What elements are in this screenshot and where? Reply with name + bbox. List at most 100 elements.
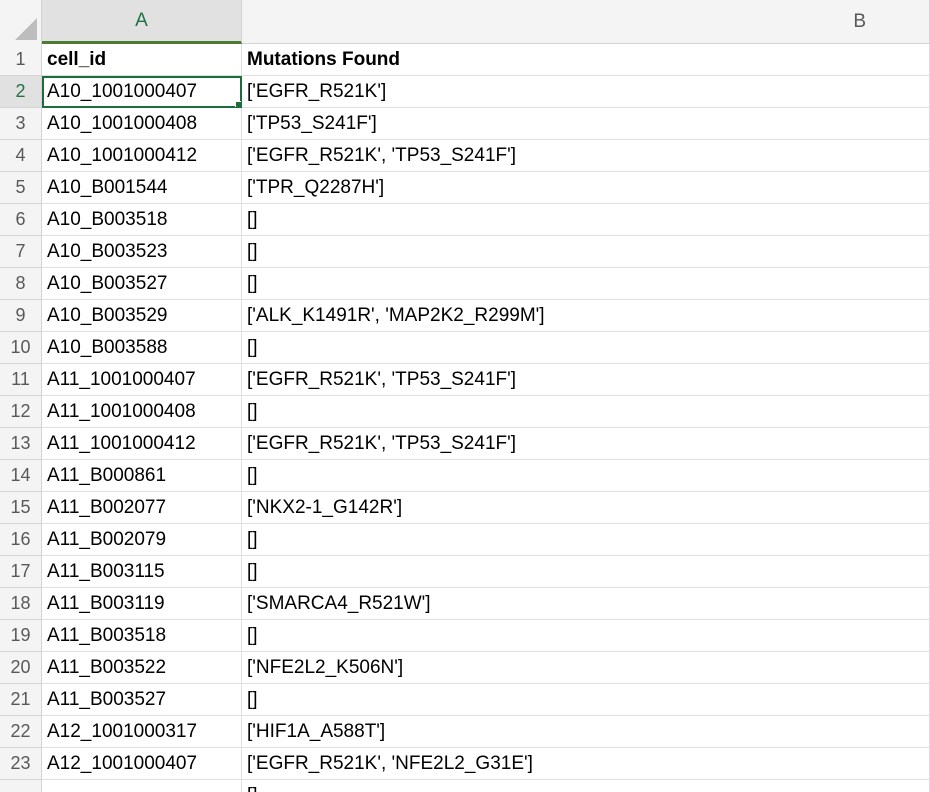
mutations-cell[interactable]: [] [242, 684, 930, 716]
row-header[interactable]: 9 [0, 300, 42, 332]
cell-text: [] [247, 272, 258, 294]
mutations-cell[interactable]: ['EGFR_R521K', 'TP53_S241F'] [242, 364, 930, 396]
cell-id-cell[interactable]: A10_1001000407 [42, 76, 242, 108]
cell-id-cell[interactable]: A10_B003529 [42, 300, 242, 332]
row-header[interactable]: 7 [0, 236, 42, 268]
cell-id-cell[interactable]: A10_1001000408 [42, 108, 242, 140]
cell-text: A11_B003522 [47, 656, 167, 678]
mutations-cell[interactable]: ['SMARCA4_R521W'] [242, 588, 930, 620]
mutations-cell[interactable]: [] [242, 556, 930, 588]
cell-text: [] [247, 336, 258, 358]
cell-text: A11_B003119 [47, 592, 165, 614]
row-header[interactable]: 3 [0, 108, 42, 140]
mutations-cell[interactable]: [] [242, 396, 930, 428]
table-row: 19 A11_B003518 [] [0, 620, 930, 652]
mutations-cell[interactable]: ['EGFR_R521K', 'TP53_S241F'] [242, 140, 930, 172]
cell-text: [] [247, 208, 258, 230]
row-header[interactable]: 8 [0, 268, 42, 300]
mutations-cell[interactable]: ['TPR_Q2287H'] [242, 172, 930, 204]
row-header[interactable]: 21 [0, 684, 42, 716]
cell-id-cell[interactable]: A11_1001000407 [42, 364, 242, 396]
mutations-cell[interactable]: ['EGFR_R521K', 'TP53_S241F'] [242, 428, 930, 460]
select-all-corner[interactable] [0, 0, 42, 44]
fill-handle[interactable] [235, 101, 241, 107]
cell-text: A10_B003523 [47, 240, 168, 262]
row-header[interactable]: 6 [0, 204, 42, 236]
row-header[interactable]: 14 [0, 460, 42, 492]
column-header-b[interactable]: B [242, 0, 930, 44]
mutations-cell[interactable]: [] [242, 780, 930, 792]
mutations-cell[interactable]: ['NKX2-1_G142R'] [242, 492, 930, 524]
row-header[interactable]: 13 [0, 428, 42, 460]
table-row: 18 A11_B003119 ['SMARCA4_R521W'] [0, 588, 930, 620]
row-header[interactable]: 1 [0, 44, 42, 76]
cell-id-cell[interactable]: A10_B001544 [42, 172, 242, 204]
table-row: 13 A11_1001000412 ['EGFR_R521K', 'TP53_S24… [0, 428, 930, 460]
table-row: 16 A11_B002079 [] [0, 524, 930, 556]
row-header[interactable]: 23 [0, 748, 42, 780]
cell-id-cell[interactable] [42, 780, 242, 792]
row-header[interactable]: 10 [0, 332, 42, 364]
cell-text: [] [247, 240, 258, 262]
cell-id-cell[interactable]: A11_1001000412 [42, 428, 242, 460]
table-row: 23 A12_1001000407 ['EGFR_R521K', 'NFE2L2_G… [0, 748, 930, 780]
cell-text: A11_B003115 [47, 560, 165, 582]
mutations-cell[interactable]: [] [242, 620, 930, 652]
cell-id-cell[interactable]: A10_B003523 [42, 236, 242, 268]
table-row: 15 A11_B002077 ['NKX2-1_G142R'] [0, 492, 930, 524]
cell-id-cell[interactable]: A12_1001000317 [42, 716, 242, 748]
mutations-cell[interactable]: ['EGFR_R521K', 'NFE2L2_G31E'] [242, 748, 930, 780]
row-header[interactable]: 22 [0, 716, 42, 748]
cell-id-cell[interactable]: A11_B003527 [42, 684, 242, 716]
cell-text: ['EGFR_R521K', 'TP53_S241F'] [247, 432, 517, 454]
cell-id-cell[interactable]: A11_B003518 [42, 620, 242, 652]
mutations-cell[interactable]: [] [242, 460, 930, 492]
row-header[interactable]: 11 [0, 364, 42, 396]
mutations-cell[interactable]: [] [242, 524, 930, 556]
row-header[interactable]: 2 [0, 76, 42, 108]
row-header[interactable]: 19 [0, 620, 42, 652]
mutations-cell[interactable]: ['EGFR_R521K'] [242, 76, 930, 108]
mutations-cell[interactable]: ['HIF1A_A588T'] [242, 716, 930, 748]
mutations-cell[interactable]: ['ALK_K1491R', 'MAP2K2_R299M'] [242, 300, 930, 332]
cell-text: A11_B000861 [47, 464, 167, 486]
mutations-cell[interactable]: ['NFE2L2_K506N'] [242, 652, 930, 684]
cell-id-cell[interactable]: A11_B002077 [42, 492, 242, 524]
column-header-a[interactable]: A [42, 0, 242, 44]
cell-id-cell[interactable]: A11_B003119 [42, 588, 242, 620]
cell-id-cell[interactable]: A10_B003518 [42, 204, 242, 236]
row-header[interactable]: 5 [0, 172, 42, 204]
mutations-cell[interactable]: [] [242, 268, 930, 300]
cell-id-cell[interactable]: A10_B003527 [42, 268, 242, 300]
cell-id-cell[interactable]: A11_B003522 [42, 652, 242, 684]
cell-text: A11_B003527 [47, 688, 167, 710]
cell-id-cell[interactable]: A11_B003115 [42, 556, 242, 588]
mutations-cell[interactable]: [] [242, 236, 930, 268]
header-cell-cell-id[interactable]: cell_id [42, 44, 242, 76]
table-row: 1 cell_id Mutations Found [0, 44, 930, 76]
cell-id-cell[interactable]: A11_B000861 [42, 460, 242, 492]
row-header[interactable] [0, 780, 42, 792]
row-header[interactable]: 17 [0, 556, 42, 588]
row-header[interactable]: 18 [0, 588, 42, 620]
mutations-cell[interactable]: [] [242, 332, 930, 364]
cell-id-cell[interactable]: A11_B002079 [42, 524, 242, 556]
cell-text: ['EGFR_R521K', 'TP53_S241F'] [247, 368, 517, 390]
table-row: 12 A11_1001000408 [] [0, 396, 930, 428]
row-header[interactable]: 4 [0, 140, 42, 172]
cell-id-cell[interactable]: A10_1001000412 [42, 140, 242, 172]
cell-text: [] [247, 400, 258, 422]
header-cell-mutations-found[interactable]: Mutations Found [242, 44, 930, 76]
row-header[interactable]: 16 [0, 524, 42, 556]
cell-id-cell[interactable]: A10_B003588 [42, 332, 242, 364]
cell-id-cell[interactable]: A11_1001000408 [42, 396, 242, 428]
table-row: 9 A10_B003529 ['ALK_K1491R', 'MAP2K2_R299M… [0, 300, 930, 332]
cell-id-cell[interactable]: A12_1001000407 [42, 748, 242, 780]
row-header[interactable]: 20 [0, 652, 42, 684]
mutations-cell[interactable]: ['TP53_S241F'] [242, 108, 930, 140]
row-header[interactable]: 12 [0, 396, 42, 428]
table-row: 3 A10_1001000408 ['TP53_S241F'] [0, 108, 930, 140]
row-header[interactable]: 15 [0, 492, 42, 524]
select-all-triangle-icon [15, 18, 37, 40]
mutations-cell[interactable]: [] [242, 204, 930, 236]
